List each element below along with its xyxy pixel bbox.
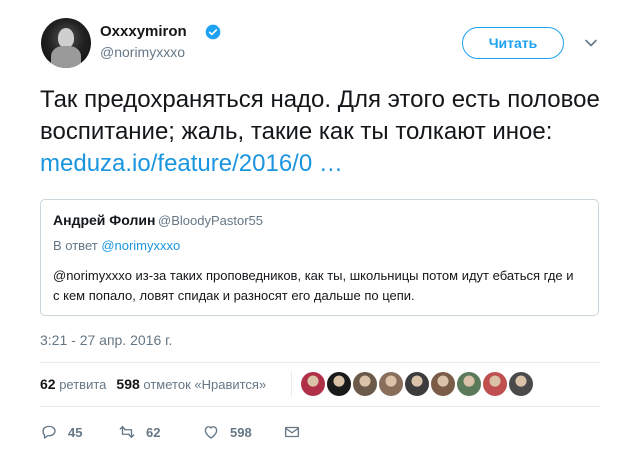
envelope-icon <box>284 426 300 438</box>
divider <box>40 406 600 407</box>
retweets-count: 62 <box>40 376 56 392</box>
liker-avatar[interactable] <box>301 372 325 396</box>
liker-avatar[interactable] <box>431 372 455 396</box>
quoted-tweet[interactable]: Андрей Фолин @BloodyPastor55 В ответ @no… <box>40 199 599 316</box>
quoted-tweet-text: @norimyxxxo из-за таких проповедников, к… <box>53 268 574 303</box>
verified-badge-icon <box>205 24 221 40</box>
tweet-text: Так предохраняться надо. Для этого есть … <box>40 84 600 180</box>
likes-stat[interactable]: 598 отметок «Нравится» <box>116 376 267 392</box>
author-avatar[interactable] <box>41 18 91 68</box>
liker-avatar[interactable] <box>483 372 507 396</box>
liker-avatar[interactable] <box>327 372 351 396</box>
retweets-stat[interactable]: 62 ретвита <box>40 376 107 392</box>
retweets-label: ретвита <box>59 377 107 392</box>
tweet-body-text: Так предохраняться надо. Для этого есть … <box>40 86 600 145</box>
tweet-timestamp[interactable]: 3:21 - 27 апр. 2016 г. <box>40 332 172 348</box>
likes-label: отметок «Нравится» <box>143 377 267 392</box>
reply-icon <box>42 425 56 439</box>
reply-mention-link[interactable]: @norimyxxxo <box>101 238 180 253</box>
author-handle[interactable]: @norimyxxxo <box>100 44 185 60</box>
likes-count: 598 <box>116 376 140 392</box>
avatar-body <box>51 46 81 68</box>
heart-icon <box>204 426 218 439</box>
quoted-reply-context: В ответ @norimyxxxo <box>53 238 180 253</box>
quoted-author-name: Андрей Фолин <box>53 212 156 228</box>
like-count: 598 <box>230 424 252 440</box>
liker-avatar[interactable] <box>509 372 533 396</box>
retweet-count: 62 <box>146 424 161 440</box>
retweet-icon <box>119 426 135 438</box>
divider <box>40 362 600 363</box>
reply-prefix: В ответ <box>53 238 102 253</box>
reply-button[interactable]: 45 <box>40 421 82 443</box>
liker-avatar[interactable] <box>405 372 429 396</box>
liker-avatar[interactable] <box>457 372 481 396</box>
author-display-name[interactable]: Oxxxymiron <box>100 23 187 40</box>
liker-avatar[interactable] <box>379 372 403 396</box>
retweet-button[interactable]: 62 <box>118 421 160 443</box>
avatar-face <box>58 28 74 48</box>
stats-divider <box>291 371 292 397</box>
follow-button[interactable]: Читать <box>462 27 564 59</box>
tweet-link[interactable]: meduza.io/feature/2016/0 … <box>40 150 343 177</box>
chevron-down-icon[interactable] <box>584 36 598 50</box>
like-button[interactable]: 598 <box>202 421 252 443</box>
liker-avatar[interactable] <box>353 372 377 396</box>
tweet-stats: 62 ретвита 598 отметок «Нравится» <box>40 376 266 392</box>
quoted-author-handle: @BloodyPastor55 <box>158 213 263 228</box>
reply-count: 45 <box>68 424 83 440</box>
direct-message-button[interactable] <box>283 421 301 443</box>
